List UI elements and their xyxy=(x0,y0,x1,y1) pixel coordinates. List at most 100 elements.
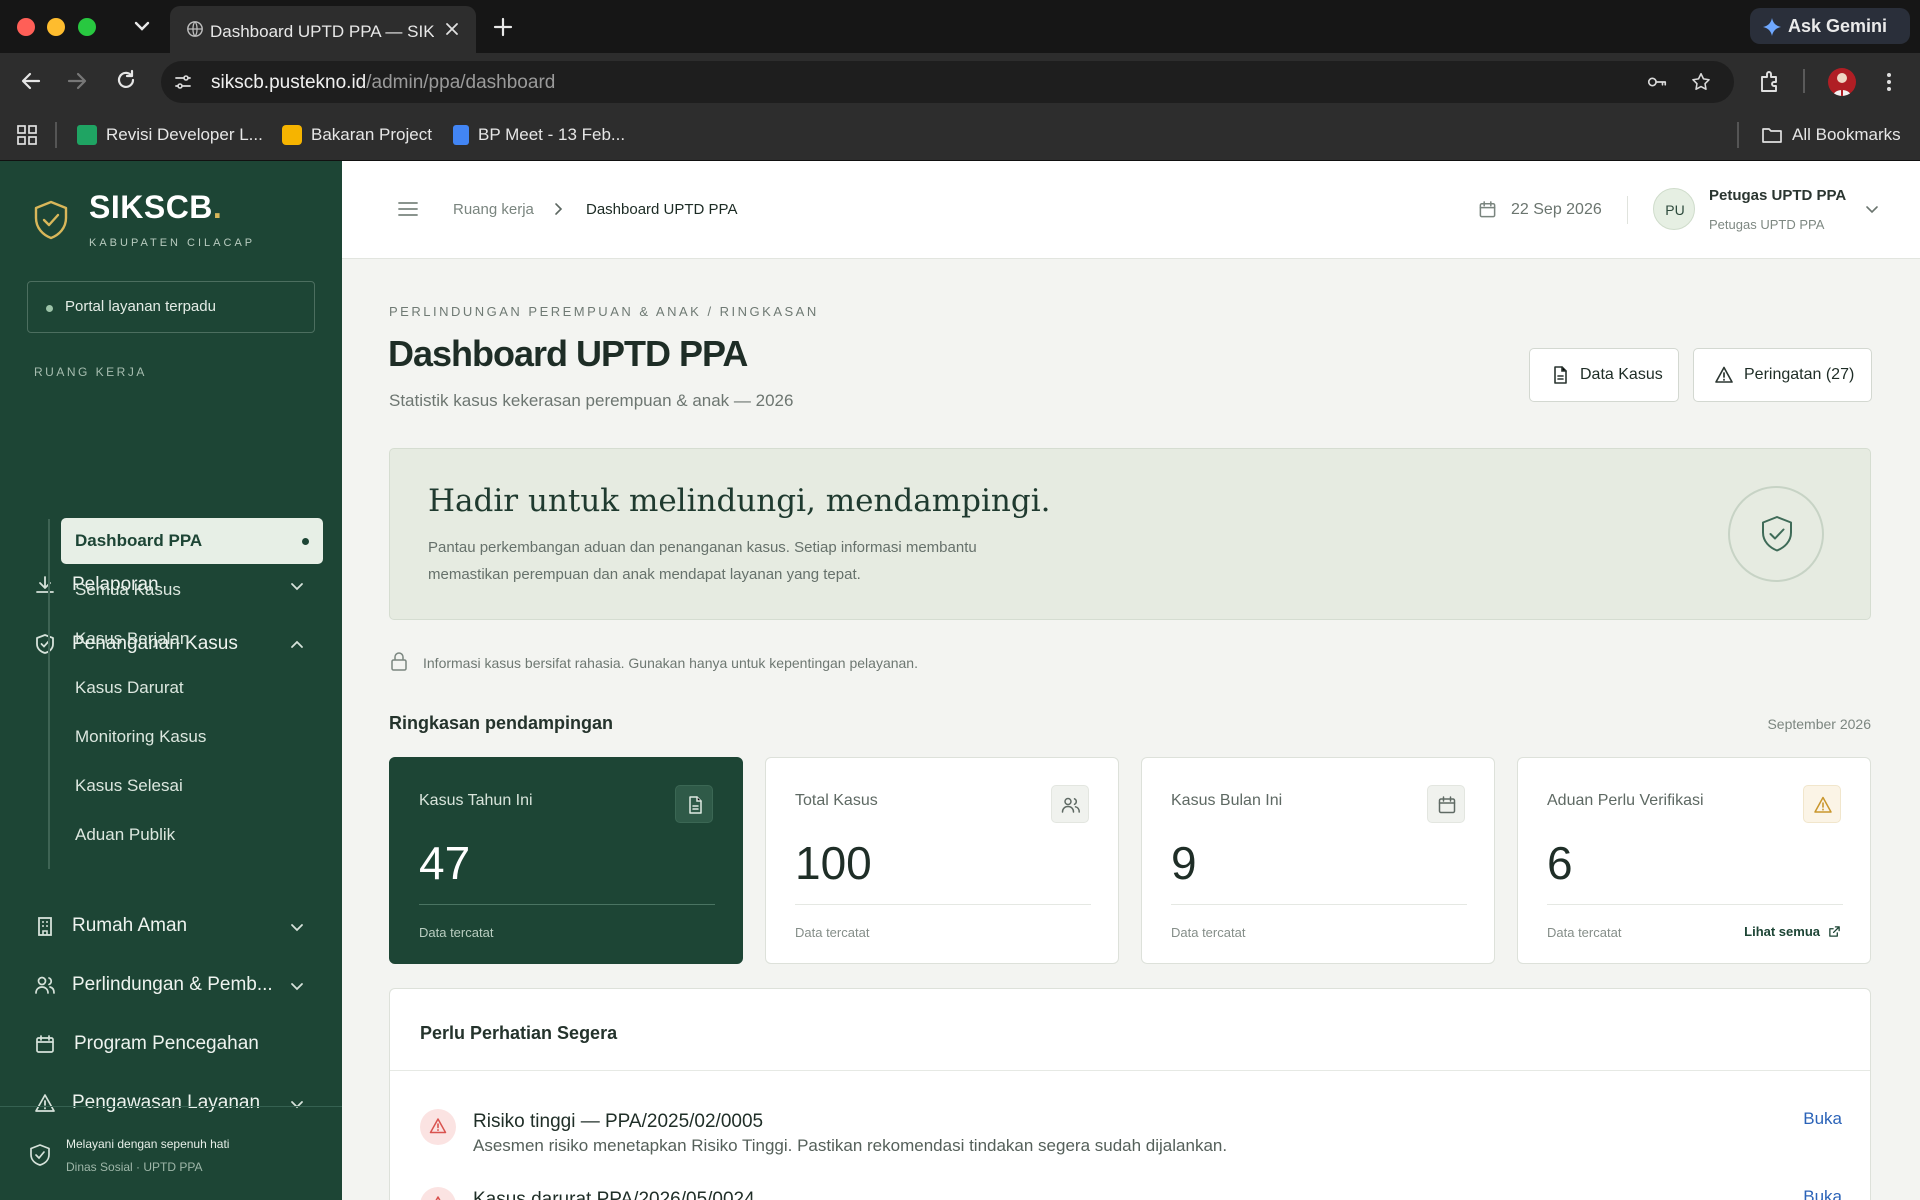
app-root: SIKSCB. KABUPATEN CILACAP Portal layanan… xyxy=(0,161,1920,1200)
stat-card-title: Kasus Tahun Ini xyxy=(419,792,533,809)
data-kasus-button[interactable]: Data Kasus xyxy=(1529,348,1679,402)
hero-banner: Hadir untuk melindungi, mendampingi. Pan… xyxy=(389,448,1871,620)
bookmark-item[interactable]: Bakaran Project xyxy=(282,123,432,147)
peringatan-label: Peringatan (27) xyxy=(1744,366,1855,383)
brand-text: SIKSCB xyxy=(89,189,213,225)
tab-search-chevron-icon[interactable] xyxy=(130,14,154,38)
sidebar-subitem-label: Kasus Darurat xyxy=(75,678,184,697)
confidential-notice: Informasi kasus bersifat rahasia. Gunaka… xyxy=(423,655,918,671)
warning-icon xyxy=(1715,366,1733,383)
current-date: 22 Sep 2026 xyxy=(1511,201,1602,218)
sidebar-subitem-label: Monitoring Kasus xyxy=(75,727,207,746)
portal-link[interactable]: Portal layanan terpadu xyxy=(27,281,315,333)
warning-icon xyxy=(1814,796,1832,813)
reload-icon[interactable] xyxy=(113,68,139,94)
extensions-puzzle-icon[interactable] xyxy=(1757,69,1783,95)
sidebar-subitem-monitoring-kasus[interactable]: Monitoring Kasus xyxy=(61,714,323,760)
page-title: Dashboard UPTD PPA xyxy=(388,333,748,374)
user-name[interactable]: Petugas UPTD PPA xyxy=(1709,187,1846,204)
document-icon xyxy=(1554,366,1567,384)
breadcrumb-workspace-link[interactable]: Ruang kerja xyxy=(453,201,534,218)
sheets-icon xyxy=(77,125,97,145)
status-dot xyxy=(46,305,53,312)
back-arrow-icon[interactable] xyxy=(18,68,44,94)
lihat-semua-link[interactable]: Lihat semua xyxy=(1744,924,1841,939)
warning-icon xyxy=(435,1196,441,1200)
stat-card-footnote: Data tercatat xyxy=(795,925,870,940)
sidebar-item-program-pencegahan[interactable]: Program Pencegahan xyxy=(0,1019,342,1069)
url-text: sikscb.pustekno.id/admin/ppa/dashboard xyxy=(211,72,555,94)
stat-card-value: 100 xyxy=(795,837,872,889)
top-header: Ruang kerja Dashboard UPTD PPA 22 Sep 20… xyxy=(342,161,1920,259)
calendar-icon xyxy=(1438,796,1456,814)
browser-tabbar: Dashboard UPTD PPA — SIKSCB Ask Gemini xyxy=(0,0,1920,53)
sidebar-subitem-aduan-publik[interactable]: Aduan Publik xyxy=(61,812,323,858)
main-content: Ruang kerja Dashboard UPTD PPA 22 Sep 20… xyxy=(342,161,1920,1200)
site-settings-icon[interactable] xyxy=(173,72,193,92)
submenu-guide-line xyxy=(48,519,50,869)
stat-card-footnote: Data tercatat xyxy=(419,925,494,940)
tab-title: Dashboard UPTD PPA — SIKSCB xyxy=(210,22,434,41)
sidebar-subitem-semua-kasus[interactable]: Semua Kasus xyxy=(61,567,323,613)
sidebar-item-perlindungan[interactable]: Perlindungan & Pemb... xyxy=(0,960,342,1010)
maximize-window-button[interactable] xyxy=(78,18,96,36)
peringatan-button[interactable]: Peringatan (27) xyxy=(1693,348,1872,402)
stat-card-divider xyxy=(419,904,715,905)
document-icon xyxy=(689,796,702,814)
password-key-icon[interactable] xyxy=(1646,71,1668,93)
avatar-initials: PU xyxy=(1665,202,1685,218)
stat-card-aduan-perlu-verifikasi[interactable]: Aduan Perlu Verifikasi 6 Data tercatat L… xyxy=(1517,757,1871,964)
bookmark-item[interactable]: Revisi Developer L... xyxy=(77,123,263,147)
minimize-window-button[interactable] xyxy=(47,18,65,36)
sidebar-subitem-label: Aduan Publik xyxy=(75,825,176,844)
calendar-icon xyxy=(36,1035,54,1053)
sidebar-item-rumah-aman[interactable]: Rumah Aman xyxy=(0,901,342,951)
profile-avatar[interactable] xyxy=(1828,68,1856,96)
brand-dot: . xyxy=(212,189,223,225)
open-case-link[interactable]: Buka xyxy=(1803,1187,1842,1200)
lihat-semua-label: Lihat semua xyxy=(1744,924,1820,939)
stat-card-footnote: Data tercatat xyxy=(1171,925,1246,940)
sidebar-footer: Melayani dengan sepenuh hati Dinas Sosia… xyxy=(0,1106,342,1200)
stat-card-divider xyxy=(1171,904,1467,905)
close-window-button[interactable] xyxy=(17,18,35,36)
bookmark-item[interactable]: BP Meet - 13 Feb... xyxy=(453,123,625,147)
hero-text: Pantau perkembangan aduan dan penanganan… xyxy=(428,539,977,583)
menu-hamburger-icon[interactable] xyxy=(397,199,419,219)
apps-grid-icon[interactable] xyxy=(16,124,38,146)
sidebar-subitem-kasus-darurat[interactable]: Kasus Darurat xyxy=(61,665,323,711)
open-case-link[interactable]: Buka xyxy=(1803,1109,1842,1129)
browser-tab-active[interactable]: Dashboard UPTD PPA — SIKSCB xyxy=(170,6,476,53)
stat-card-footnote: Data tercatat xyxy=(1547,925,1622,940)
address-bar[interactable]: sikscb.pustekno.id/admin/ppa/dashboard xyxy=(161,61,1734,103)
chevron-down-icon[interactable] xyxy=(1864,201,1880,217)
data-kasus-label: Data Kasus xyxy=(1580,366,1663,383)
stat-card-kasus-bulan-ini[interactable]: Kasus Bulan Ini 9 Data tercatat xyxy=(1141,757,1495,964)
stat-card-kasus-tahun-ini[interactable]: Kasus Tahun Ini 47 Data tercatat xyxy=(389,757,743,964)
sidebar-subitem-label: Kasus Berjalan xyxy=(75,629,190,648)
footer-subtitle: Dinas Sosial · UPTD PPA xyxy=(66,1160,203,1174)
bookmark-star-icon[interactable] xyxy=(1690,71,1712,93)
panel-divider xyxy=(390,1070,1870,1071)
footer-title: Melayani dengan sepenuh hati xyxy=(66,1137,230,1151)
ask-gemini-label: Ask Gemini xyxy=(1788,16,1888,36)
stat-card-total-kasus[interactable]: Total Kasus 100 Data tercatat xyxy=(765,757,1119,964)
ask-gemini-button[interactable]: Ask Gemini xyxy=(1750,8,1910,44)
sidebar-subitem-kasus-berjalan[interactable]: Kasus Berjalan xyxy=(61,616,323,662)
bookmarks-divider xyxy=(55,122,57,148)
shield-check-icon xyxy=(36,634,54,654)
sidebar-subitem-dashboard-ppa[interactable]: Dashboard PPA xyxy=(61,518,323,564)
user-avatar[interactable]: PU xyxy=(1653,188,1695,230)
sidebar-subitem-kasus-selesai[interactable]: Kasus Selesai xyxy=(61,763,323,809)
stat-card-icon-box xyxy=(1051,785,1089,823)
urgent-panel-title: Perlu Perhatian Segera xyxy=(420,1023,618,1043)
tab-close-icon[interactable] xyxy=(442,19,462,39)
all-bookmarks-button[interactable]: All Bookmarks xyxy=(1761,123,1901,147)
forward-arrow-icon[interactable] xyxy=(64,68,90,94)
new-tab-plus-icon[interactable] xyxy=(490,14,516,40)
building-icon xyxy=(38,917,52,936)
portal-label: Portal layanan terpadu xyxy=(65,298,216,315)
urgent-item-title: Risiko tinggi — PPA/2025/02/0005 xyxy=(473,1111,764,1132)
more-menu-icon[interactable] xyxy=(1876,69,1902,95)
brand-subtitle: KABUPATEN CILACAP xyxy=(89,237,256,249)
